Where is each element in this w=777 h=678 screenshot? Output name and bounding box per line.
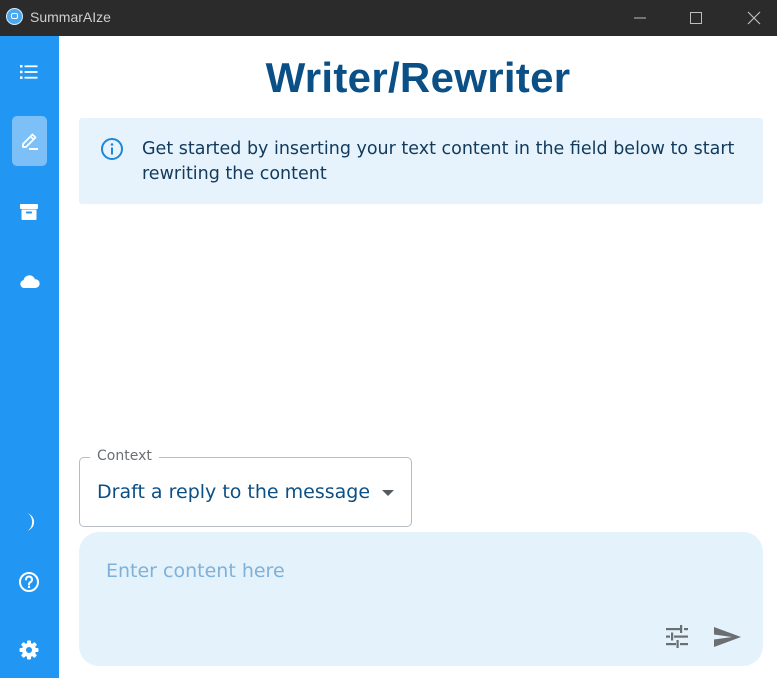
title-bar: SummarAIze [0,0,777,36]
send-button[interactable] [711,622,745,652]
context-select[interactable]: Context Draft a reply to the message [79,448,412,527]
options-button[interactable] [662,622,692,652]
tune-icon [666,625,688,648]
context-label: Context [90,448,159,464]
app-logo-icon [6,8,23,25]
close-icon [747,11,761,25]
sidebar [0,36,59,678]
context-value: Draft a reply to the message [97,481,371,503]
maximize-button[interactable] [673,0,719,36]
page-title: Writer/Rewriter [265,54,571,101]
dark-mode-icon [27,513,37,531]
cloud-icon [20,275,40,288]
list-icon [20,65,38,79]
window-title: SummarAIze [30,9,111,25]
sidebar-item-cloud[interactable] [12,257,47,307]
send-icon [714,627,741,647]
composer: Enter content here [79,532,763,666]
sidebar-item-writer[interactable] [12,116,47,166]
sidebar-item-theme[interactable] [12,497,47,547]
close-button[interactable] [731,0,777,36]
chevron-down-icon [382,490,394,496]
info-icon [101,138,123,160]
info-alert: Get started by inserting your text conte… [79,118,763,204]
settings-icon [19,640,39,660]
archive-icon [20,204,38,220]
content-input[interactable]: Enter content here [106,560,726,582]
help-icon [19,572,39,592]
sidebar-item-settings[interactable] [12,625,47,675]
info-message: Get started by inserting your text conte… [142,139,735,184]
minimize-button[interactable] [617,0,663,36]
sidebar-item-history[interactable] [12,47,47,97]
minimize-icon [634,17,646,19]
sidebar-item-help[interactable] [12,557,47,607]
edit-icon [22,133,38,150]
sidebar-item-archive[interactable] [12,187,47,237]
maximize-icon [690,12,702,24]
